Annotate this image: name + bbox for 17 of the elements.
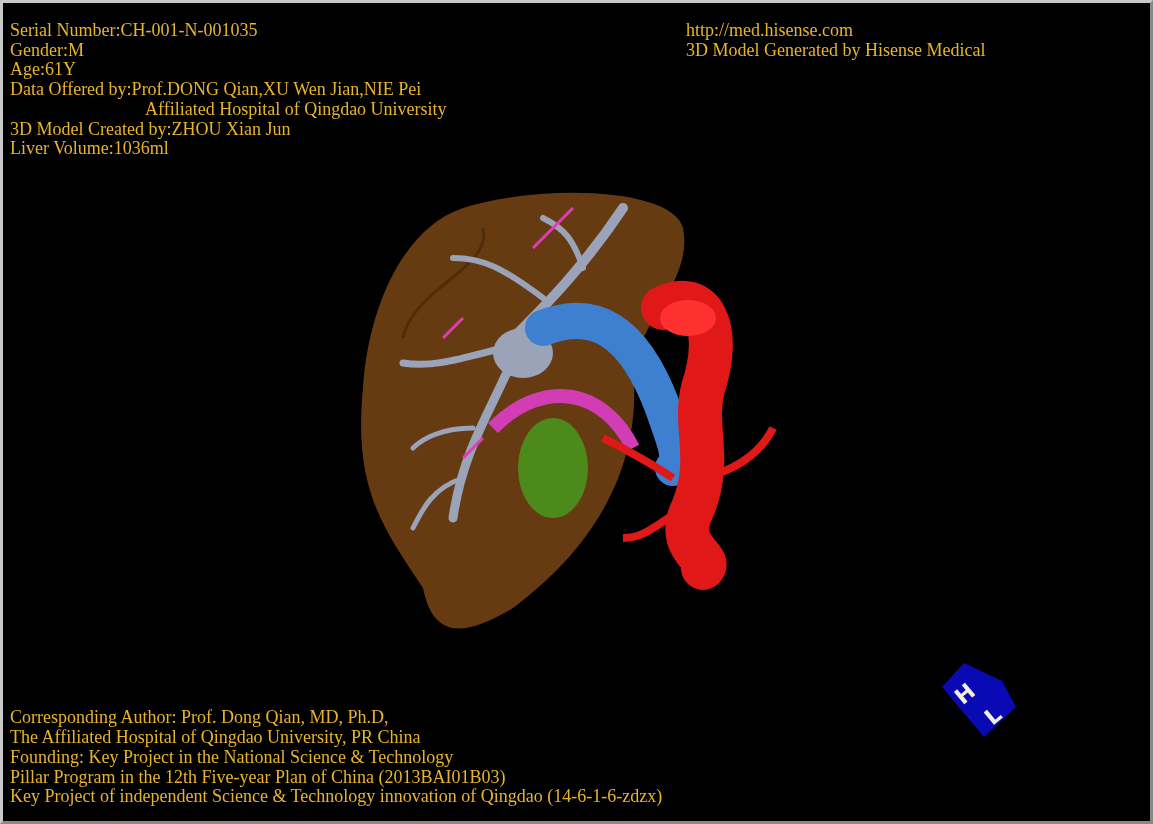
info-text: 3D Model Generated by Hisense Medical — [686, 40, 986, 61]
info-text: Pillar Program in the 12th Five-year Plan of China (2013BAI01B03) — [10, 767, 506, 788]
info-text: Age:61Y — [10, 60, 76, 81]
info-text: Founding: Key Project in the National Science & Technology — [10, 747, 454, 768]
info-text: Liver Volume:1036ml — [10, 139, 169, 159]
cube-face-label: H — [949, 678, 981, 710]
cube-face-label: L — [979, 701, 1007, 730]
info-text: The Affiliated Hospital of Qingdao University, PR China — [10, 728, 421, 748]
info-text: http://med.hisense.com — [686, 21, 853, 41]
info-text: Corresponding Author: Prof. Dong Qian, MD, Ph.D, — [10, 708, 389, 729]
info-text: Affiliated Hospital of Qingdao University — [145, 99, 447, 120]
info-text: Gender:M — [10, 40, 84, 61]
info-text: Key Project of independent Science & Technology innovation of Qingdao (14-6-1-6-zdzx) — [10, 787, 663, 807]
info-text: Serial Number:CH-001-N-001035 — [10, 21, 258, 41]
orientation-cube[interactable] — [942, 663, 1016, 737]
info-text: 3D Model Created by:ZHOU Xian Jun — [10, 119, 291, 140]
info-text: Data Offered by:Prof.DONG Qian,XU Wen Jian,NIE Pei — [10, 80, 422, 100]
